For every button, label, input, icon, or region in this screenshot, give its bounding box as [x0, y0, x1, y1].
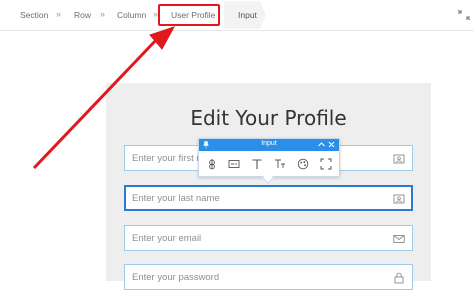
breadcrumb-column[interactable]: Column [117, 10, 146, 20]
link-icon[interactable] [206, 158, 218, 170]
highlight-box [158, 4, 220, 26]
text-size-icon[interactable] [274, 158, 286, 170]
breadcrumb-input[interactable]: Input [238, 10, 257, 20]
field-settings-icon[interactable] [228, 158, 240, 170]
field-placeholder: Enter your last name [132, 193, 220, 204]
field-placeholder: Enter your email [132, 233, 202, 244]
toolbar-header: Input [199, 139, 339, 151]
breadcrumb-row[interactable]: Row [74, 10, 91, 20]
last-name-field[interactable]: Enter your last name [124, 185, 413, 211]
field-placeholder: Enter your password [132, 272, 220, 283]
text-icon[interactable] [251, 158, 263, 170]
fullscreen-icon[interactable] [320, 158, 332, 170]
breadcrumb-bar: Section » Row » Column » User Profile In… [0, 0, 474, 31]
id-card-icon [393, 154, 405, 164]
breadcrumb-separator: » [100, 9, 106, 19]
style-icon[interactable] [297, 158, 309, 170]
page-title: Edit Your Profile [190, 106, 347, 130]
email-field[interactable]: Enter your email [124, 225, 413, 251]
envelope-icon [393, 235, 405, 243]
lock-icon [394, 272, 404, 284]
breadcrumb-separator: » [56, 9, 62, 19]
collapse-icon[interactable] [458, 9, 470, 21]
close-icon[interactable] [327, 140, 336, 149]
breadcrumb-section[interactable]: Section [20, 10, 48, 20]
id-card-icon [393, 194, 405, 204]
password-field[interactable]: Enter your password [124, 264, 413, 290]
element-toolbar: Input [198, 138, 340, 177]
chevron-up-icon[interactable] [317, 140, 326, 149]
